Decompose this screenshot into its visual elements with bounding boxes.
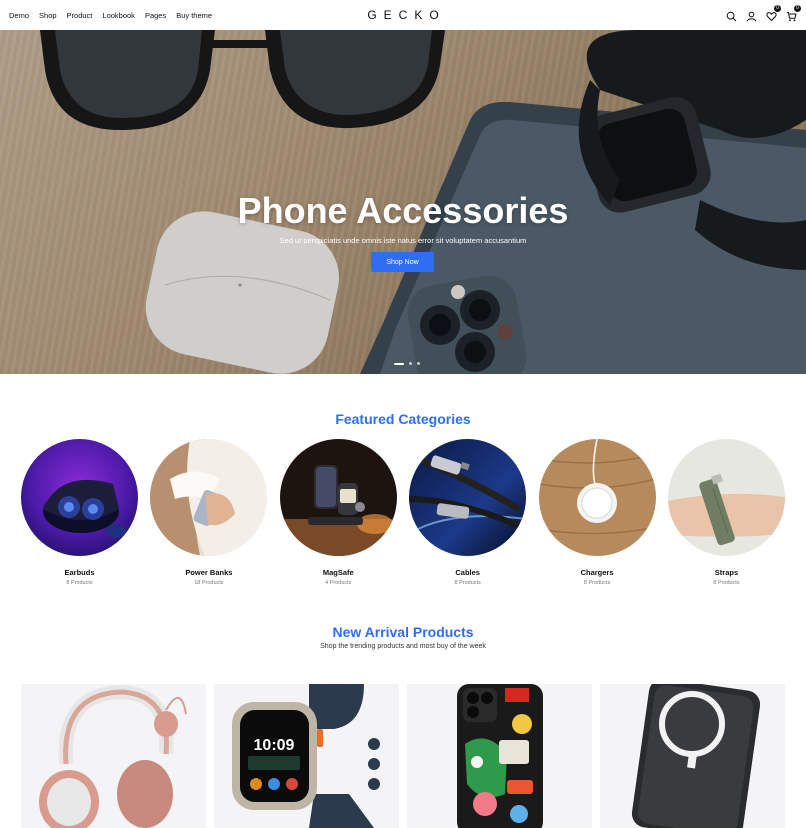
wishlist-count-badge: 0 (774, 5, 781, 12)
category-name: Straps (714, 568, 739, 577)
new-arrivals-title: New Arrival Products (332, 624, 474, 640)
shop-now-button[interactable]: Shop Now (371, 252, 434, 272)
category-count: 4 Products (325, 580, 352, 586)
cart-icon[interactable]: 0 (786, 5, 801, 22)
heart-icon[interactable]: 0 (766, 5, 781, 22)
category-cables[interactable]: Cables 8 Products (409, 439, 527, 586)
slider-dots (394, 362, 420, 365)
hero-title: Phone Accessories (237, 190, 569, 231)
category-image (409, 439, 527, 556)
category-count: 8 Products (66, 580, 93, 586)
category-name: Chargers (580, 568, 614, 577)
site-header: Demo Shop Product Lookbook Pages Buy the… (0, 0, 806, 30)
category-name: Cables (455, 568, 480, 577)
category-name: Power Banks (185, 568, 233, 577)
search-icon[interactable] (726, 9, 737, 22)
product-card-headphones[interactable] (21, 684, 206, 828)
category-image (279, 439, 397, 556)
category-image (21, 439, 138, 556)
slider-dot-1[interactable] (394, 362, 404, 365)
slider-dot-2[interactable] (409, 362, 412, 365)
category-count: 8 Products (454, 580, 481, 586)
category-earbuds[interactable]: Earbuds 8 Products (21, 439, 138, 586)
new-arrivals-subtitle: Shop the trending products and most buy … (320, 643, 486, 650)
product-image (39, 684, 187, 828)
user-icon[interactable] (746, 9, 757, 22)
site-logo[interactable]: GECKO (0, 8, 806, 22)
category-image (538, 439, 656, 556)
featured-categories-title: Featured Categories (335, 411, 471, 427)
category-image (667, 439, 785, 556)
hero-banner: Phone Accessories Sed ut perspiciatis un… (0, 30, 806, 374)
cart-count-badge: 0 (794, 5, 801, 12)
category-power-banks[interactable]: Power Banks 18 Products (150, 439, 268, 586)
product-image: 10:09 (232, 684, 380, 828)
product-card-phone-case[interactable] (407, 684, 592, 828)
svg-text:10:09: 10:09 (254, 737, 295, 754)
category-count: 8 Products (713, 580, 740, 586)
category-image (150, 439, 268, 556)
category-chargers[interactable]: Chargers 8 Products (538, 439, 656, 586)
product-grid: 10:09 (21, 684, 785, 828)
product-card-power-bank[interactable] (600, 684, 785, 828)
category-name: Earbuds (64, 568, 95, 577)
category-count: 8 Products (583, 580, 611, 586)
product-card-smart-watch[interactable]: 10:09 (214, 684, 399, 828)
header-icons: 0 0 (726, 5, 801, 22)
slider-dot-3[interactable] (417, 362, 420, 365)
product-image (457, 684, 543, 828)
category-straps[interactable]: Straps 8 Products (667, 439, 785, 586)
category-name: MagSafe (322, 568, 354, 577)
category-list: Earbuds 8 Products Power Banks 18 Produc… (21, 439, 785, 586)
category-magsafe[interactable]: MagSafe 4 Products (279, 439, 397, 586)
category-count: 18 Products (194, 580, 224, 586)
hero-subtitle: Sed ut perspiciatis unde omnis iste natu… (279, 236, 527, 245)
product-image (631, 684, 761, 828)
